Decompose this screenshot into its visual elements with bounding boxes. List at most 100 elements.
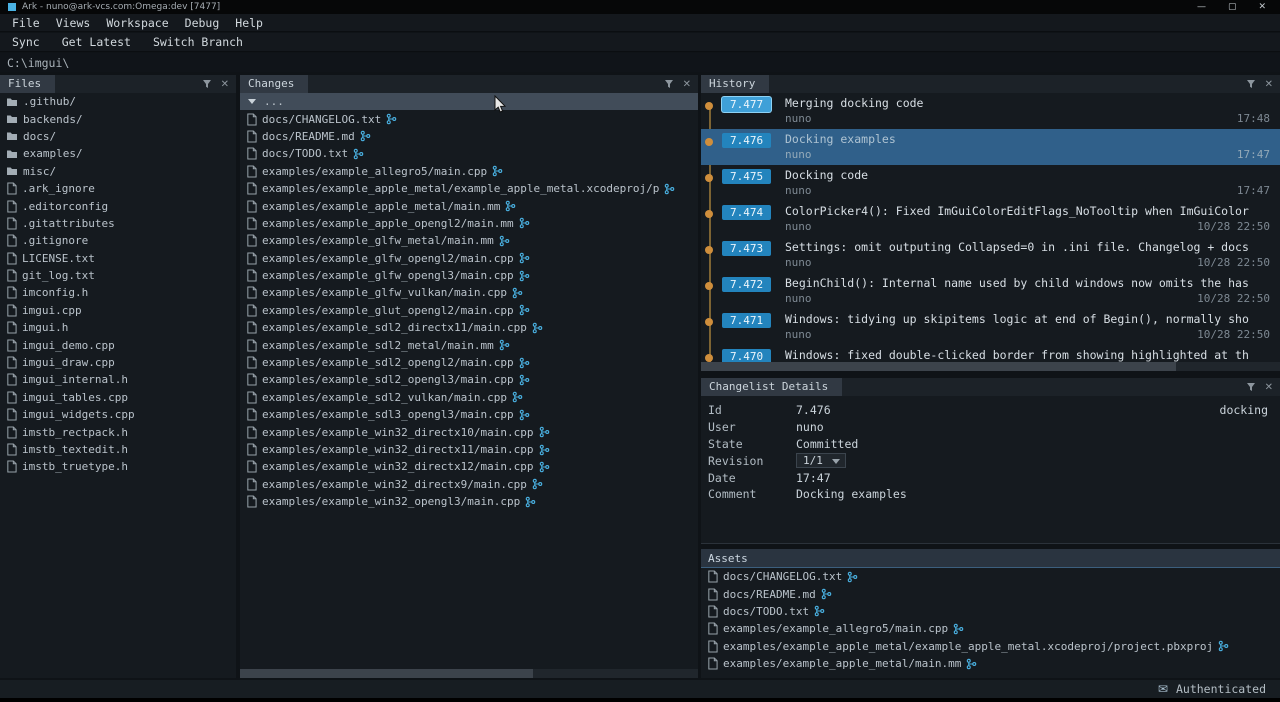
asset-file-path: examples/example_allegro5/main.cpp (723, 622, 948, 635)
detail-row: Revision 1/1 (701, 452, 1280, 469)
file-tree-item[interactable]: imgui.cpp (0, 302, 236, 319)
close-icon[interactable]: ✕ (1258, 2, 1266, 12)
toolbar-button[interactable]: Get Latest (54, 35, 139, 49)
changed-file-row[interactable]: examples/example_apple_opengl2/main.mm (240, 215, 698, 232)
panel-close-icon[interactable]: ✕ (1265, 79, 1273, 90)
history-commit-row[interactable]: 7.472 BeginChild(): Internal name used b… (701, 273, 1280, 309)
menu-item[interactable]: Workspace (98, 16, 176, 30)
filter-icon[interactable] (1246, 79, 1256, 89)
branch-icon (492, 165, 503, 177)
changed-file-row[interactable]: examples/example_win32_directx11/main.cp… (240, 441, 698, 458)
collapse-arrow-icon[interactable] (248, 99, 256, 104)
file-icon (246, 147, 257, 160)
file-tree-item[interactable]: imgui.h (0, 319, 236, 336)
file-tree-item[interactable]: imgui_internal.h (0, 371, 236, 388)
file-icon (6, 443, 17, 456)
file-tree-item[interactable]: imstb_rectpack.h (0, 423, 236, 440)
changed-file-row[interactable]: examples/example_glfw_vulkan/main.cpp (240, 284, 698, 301)
maximize-icon[interactable]: ▢ (1228, 2, 1237, 12)
detail-value: 7.476 (796, 403, 831, 417)
changed-file-row[interactable]: examples/example_glfw_opengl2/main.cpp (240, 250, 698, 267)
panel-close-icon[interactable]: ✕ (1265, 382, 1273, 393)
asset-file-row[interactable]: docs/README.md (701, 585, 1280, 602)
file-tree-item[interactable]: LICENSE.txt (0, 250, 236, 267)
detail-row: State Committed (701, 436, 1280, 453)
changed-file-row[interactable]: examples/example_apple_metal/main.mm (240, 197, 698, 214)
scrollbar-thumb[interactable] (701, 362, 1176, 371)
changed-file-row[interactable]: docs/TODO.txt (240, 145, 698, 162)
changed-file-row[interactable]: examples/example_glfw_metal/main.mm (240, 232, 698, 249)
file-tree-item[interactable]: imgui_draw.cpp (0, 354, 236, 371)
file-tree-item[interactable]: .editorconfig (0, 197, 236, 214)
changed-file-row[interactable]: examples/example_win32_opengl3/main.cpp (240, 493, 698, 510)
commit-author: nuno (785, 111, 812, 127)
changes-panel-title: Changes (240, 75, 308, 93)
file-tree-item[interactable]: imgui_tables.cpp (0, 389, 236, 406)
horizontal-scrollbar[interactable] (701, 362, 1280, 371)
file-tree-item[interactable]: imstb_truetype.h (0, 458, 236, 475)
asset-file-path: examples/example_apple_metal/main.mm (723, 657, 961, 670)
commit-author: nuno (785, 327, 812, 343)
asset-file-row[interactable]: docs/CHANGELOG.txt (701, 568, 1280, 585)
changed-file-row[interactable]: examples/example_sdl3_opengl3/main.cpp (240, 406, 698, 423)
changed-file-row[interactable]: examples/example_glfw_opengl3/main.cpp (240, 267, 698, 284)
panel-close-icon[interactable]: ✕ (683, 79, 691, 90)
changed-file-row[interactable]: examples/example_sdl2_vulkan/main.cpp (240, 389, 698, 406)
history-commit-row[interactable]: 7.475 Docking code nuno 17:47 (701, 165, 1280, 201)
history-commit-row[interactable]: 7.473 Settings: omit outputing Collapsed… (701, 237, 1280, 273)
changed-file-row[interactable]: examples/example_glut_opengl2/main.cpp (240, 302, 698, 319)
file-tree-item[interactable]: git_log.txt (0, 267, 236, 284)
file-tree-item[interactable]: .github/ (0, 93, 236, 110)
file-tree-item[interactable]: docs/ (0, 128, 236, 145)
scrollbar-thumb[interactable] (240, 669, 533, 678)
menu-item[interactable]: Help (227, 16, 271, 30)
file-tree-item[interactable]: .gitignore (0, 232, 236, 249)
file-tree-item[interactable]: imgui_demo.cpp (0, 336, 236, 353)
file-tree-item[interactable]: imconfig.h (0, 284, 236, 301)
asset-file-row[interactable]: examples/example_apple_metal/example_app… (701, 638, 1280, 655)
history-commit-row[interactable]: 7.476 Docking examples nuno 17:47 (701, 129, 1280, 165)
history-commit-row[interactable]: 7.474 ColorPicker4(): Fixed ImGuiColorEd… (701, 201, 1280, 237)
history-commit-row[interactable]: 7.471 Windows: tidying up skipitems logi… (701, 309, 1280, 345)
branch-icon (519, 357, 530, 369)
changed-file-row[interactable]: examples/example_sdl2_metal/main.mm (240, 336, 698, 353)
panel-close-icon[interactable]: ✕ (221, 79, 229, 90)
changed-file-row[interactable]: examples/example_sdl2_opengl3/main.cpp (240, 371, 698, 388)
asset-file-row[interactable]: docs/TODO.txt (701, 603, 1280, 620)
file-tree-item[interactable]: imstb_textedit.h (0, 441, 236, 458)
asset-file-row[interactable]: examples/example_apple_metal/main.mm (701, 655, 1280, 672)
asset-file-row[interactable]: examples/example_allegro5/main.cpp (701, 620, 1280, 637)
file-tree-item[interactable]: misc/ (0, 163, 236, 180)
file-icon (246, 495, 257, 508)
history-commit-row[interactable]: 7.477 Merging docking code nuno 17:48 (701, 93, 1280, 129)
filter-icon[interactable] (664, 79, 674, 89)
file-tree-item[interactable]: examples/ (0, 145, 236, 162)
minimize-icon[interactable]: — (1197, 2, 1206, 12)
menu-item[interactable]: Views (48, 16, 99, 30)
changed-file-row[interactable]: docs/CHANGELOG.txt (240, 110, 698, 127)
menu-item[interactable]: File (4, 16, 48, 30)
horizontal-scrollbar[interactable] (240, 669, 698, 678)
file-name: imgui_internal.h (22, 373, 128, 386)
changed-file-row[interactable]: ... (240, 93, 698, 110)
changed-file-row[interactable]: examples/example_win32_directx9/main.cpp (240, 476, 698, 493)
changed-file-row[interactable]: examples/example_win32_directx12/main.cp… (240, 458, 698, 475)
filter-icon[interactable] (1246, 382, 1256, 392)
changed-file-row[interactable]: docs/README.md (240, 128, 698, 145)
changed-file-row[interactable]: examples/example_win32_directx10/main.cp… (240, 423, 698, 440)
changed-file-path: examples/example_glfw_metal/main.mm (262, 234, 494, 247)
file-tree-item[interactable]: .gitattributes (0, 215, 236, 232)
filter-icon[interactable] (202, 79, 212, 89)
commit-author: nuno (785, 183, 812, 199)
file-tree-item[interactable]: .ark_ignore (0, 180, 236, 197)
toolbar-button[interactable]: Switch Branch (145, 35, 251, 49)
file-tree-item[interactable]: imgui_widgets.cpp (0, 406, 236, 423)
menu-item[interactable]: Debug (177, 16, 228, 30)
toolbar-button[interactable]: Sync (4, 35, 48, 49)
changed-file-row[interactable]: examples/example_sdl2_directx11/main.cpp (240, 319, 698, 336)
file-tree-item[interactable]: backends/ (0, 110, 236, 127)
changed-file-row[interactable]: examples/example_sdl2_opengl2/main.cpp (240, 354, 698, 371)
changed-file-path: examples/example_glut_opengl2/main.cpp (262, 304, 514, 317)
changed-file-row[interactable]: examples/example_apple_metal/example_app… (240, 180, 698, 197)
changed-file-row[interactable]: examples/example_allegro5/main.cpp (240, 163, 698, 180)
